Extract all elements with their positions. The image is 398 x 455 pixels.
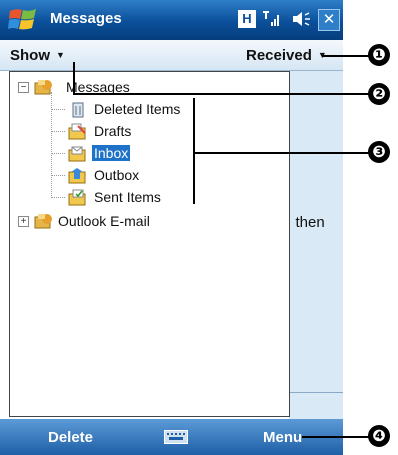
menu-softkey[interactable]: Menu (263, 429, 302, 446)
softkey-bar: Delete Menu (0, 419, 343, 455)
callout-4: ❹ (368, 425, 390, 447)
outbox-folder-icon (68, 168, 86, 184)
volume-icon[interactable] (290, 8, 312, 30)
folder-label-selected: Inbox (92, 145, 131, 161)
app-title: Messages (50, 10, 122, 27)
message-list-pane (289, 71, 343, 419)
delete-softkey[interactable]: Delete (48, 429, 93, 446)
tree-node-sent-items[interactable]: Sent Items (10, 188, 280, 208)
drafts-folder-icon (68, 123, 86, 140)
callout-line-2 (73, 93, 370, 95)
messages-folder-icon (34, 80, 52, 95)
sent-items-icon (68, 189, 86, 206)
callout-line-4 (302, 436, 370, 438)
title-bar: Messages H ✕ (0, 0, 343, 40)
connectivity-h-icon[interactable]: H (238, 10, 256, 28)
callout-line-2-stem (73, 62, 75, 94)
deleted-items-icon (72, 102, 84, 118)
collapse-icon[interactable]: − (18, 82, 29, 93)
show-label: Show (10, 47, 50, 64)
callout-2: ❷ (368, 83, 390, 105)
tree-root-label: Outlook E-mail (58, 213, 150, 229)
tree-node-inbox[interactable]: Inbox (10, 144, 280, 164)
callout-line-1 (322, 55, 370, 57)
tree-node-messages[interactable]: − Messages (10, 78, 280, 98)
callout-bracket-3 (193, 98, 195, 204)
expand-icon[interactable]: + (18, 216, 29, 227)
tree-node-outbox[interactable]: Outbox (10, 166, 280, 186)
folder-tree-panel[interactable]: − Messages Deleted Items Drafts Inbox Ou… (9, 71, 290, 417)
folder-label: Outbox (94, 167, 140, 183)
chevron-down-icon: ▼ (56, 50, 65, 60)
email-account-icon (34, 214, 52, 229)
windows-start-icon[interactable] (8, 6, 38, 34)
close-icon[interactable]: ✕ (318, 9, 340, 31)
show-dropdown[interactable]: Show ▼ (10, 47, 65, 64)
filter-menu-bar: Show ▼ Received▼ (0, 40, 343, 71)
callout-3: ❸ (368, 141, 390, 163)
phone-screen: Messages H ✕ Show▼ Received▼ ı, then (0, 0, 343, 455)
tree-node-outlook-email[interactable]: + Outlook E-mail (10, 212, 280, 232)
list-divider (289, 392, 343, 393)
tree-node-drafts[interactable]: Drafts (10, 122, 280, 142)
folder-label: Drafts (94, 123, 132, 139)
folder-label: Sent Items (94, 189, 161, 205)
folder-label: Deleted Items (94, 101, 181, 117)
callout-1: ❶ (368, 44, 390, 66)
signal-strength-icon[interactable] (262, 8, 284, 30)
tree-node-deleted-items[interactable]: Deleted Items (10, 100, 280, 120)
sort-received-dropdown[interactable]: Received▼ (246, 47, 327, 64)
inbox-folder-icon (68, 146, 86, 162)
received-label: Received (246, 47, 312, 64)
keyboard-icon[interactable] (164, 430, 188, 444)
callout-line-3 (193, 152, 370, 154)
